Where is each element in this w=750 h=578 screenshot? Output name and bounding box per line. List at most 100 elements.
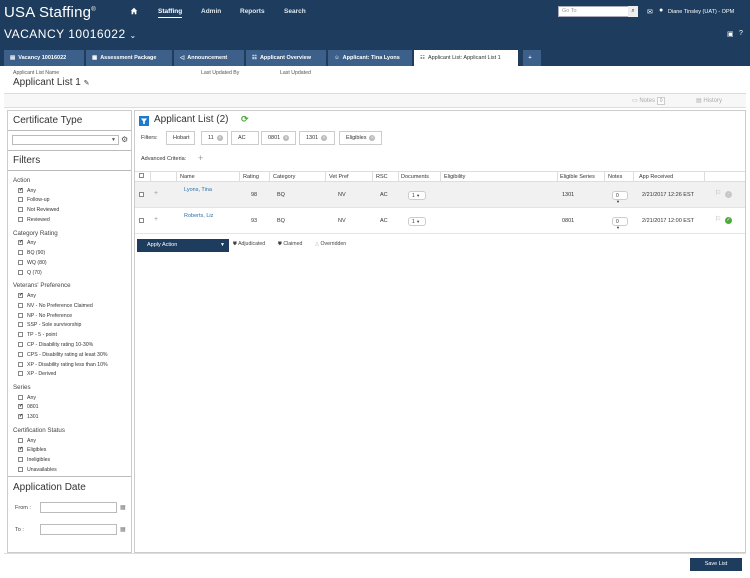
applicant-name-link[interactable]: Lyons, Tina: [184, 187, 212, 193]
remove-chip-icon[interactable]: ×: [283, 135, 290, 141]
edit-icon[interactable]: ✎: [84, 80, 90, 87]
tab-applicant-list[interactable]: ☷ Applicant List: Applicant List 1: [414, 50, 518, 66]
checkbox[interactable]: [18, 302, 23, 308]
remove-chip-icon[interactable]: ×: [216, 135, 223, 141]
calendar-icon[interactable]: ▦: [120, 504, 126, 511]
nav-reports[interactable]: Reports: [240, 8, 265, 15]
to-date-input[interactable]: [40, 524, 117, 535]
filter-option[interactable]: Any: [18, 292, 36, 299]
checkbox[interactable]: [18, 466, 23, 472]
app-logo[interactable]: USA Staffing®: [4, 4, 96, 21]
filter-chip-ac[interactable]: AC: [231, 131, 259, 145]
checkbox[interactable]: [18, 207, 23, 213]
checkbox[interactable]: [18, 394, 23, 400]
filter-option[interactable]: Any: [18, 187, 36, 194]
checkbox[interactable]: [18, 197, 23, 203]
checkbox[interactable]: [18, 312, 23, 318]
certificate-type-select[interactable]: ▼: [12, 135, 119, 145]
vacancy-title[interactable]: VACANCY 10016022 ⌄: [4, 27, 137, 41]
filter-option[interactable]: Unavailables: [18, 466, 57, 473]
print-icon[interactable]: ▣: [727, 30, 734, 38]
checkbox[interactable]: [18, 361, 23, 367]
filter-option[interactable]: WQ (80): [18, 259, 47, 266]
user-menu[interactable]: Diane Tinsley (UAT) - OPM: [668, 9, 734, 15]
table-row[interactable]: + Lyons, Tina 98 BQ NV AC 1 ▼ 1301 0 ▼ 2/21/2017 …: [135, 182, 745, 208]
checkbox[interactable]: [18, 457, 23, 463]
col-header-documents[interactable]: Documents: [401, 174, 429, 180]
filter-option[interactable]: Follow-up: [18, 197, 50, 203]
col-header-app-received[interactable]: App Received: [639, 174, 673, 180]
col-header-vet-pref[interactable]: Vet Pref: [329, 174, 349, 180]
col-header-eligible-series[interactable]: Eligible Series: [560, 174, 595, 180]
checkbox[interactable]: [18, 239, 23, 246]
filter-option[interactable]: NP - No Preference: [18, 312, 72, 319]
row-checkbox[interactable]: [139, 218, 148, 224]
checkbox[interactable]: [18, 216, 23, 222]
filter-option[interactable]: BQ (90): [18, 250, 45, 256]
chevron-down-icon[interactable]: ⌄: [129, 31, 136, 40]
refresh-icon[interactable]: ⟳: [241, 114, 249, 125]
mail-icon[interactable]: ✉: [647, 8, 653, 16]
row-checkbox[interactable]: [139, 192, 148, 198]
remove-chip-icon[interactable]: ×: [321, 135, 328, 141]
home-icon[interactable]: [130, 7, 138, 15]
filter-option[interactable]: Q (70): [18, 269, 42, 276]
documents-dropdown[interactable]: 1 ▼: [408, 217, 426, 226]
filter-option[interactable]: CP - Disability rating 10-30%: [18, 341, 93, 348]
filter-option[interactable]: 0801: [18, 403, 39, 410]
filter-chip-grade[interactable]: 11 ×: [201, 131, 228, 145]
filter-option[interactable]: NV - No Preference Claimed: [18, 302, 93, 309]
tab-applicant-tina-lyons[interactable]: ☺ Applicant: Tina Lyons: [328, 50, 412, 66]
col-header-eligibility[interactable]: Eligibility: [444, 174, 465, 180]
checkbox[interactable]: [18, 371, 23, 377]
checkbox[interactable]: [18, 187, 23, 193]
checkbox[interactable]: [18, 403, 23, 410]
checkbox[interactable]: [18, 292, 23, 298]
funnel-icon[interactable]: [139, 116, 149, 126]
apply-action-button[interactable]: Apply Action ▼: [137, 239, 229, 252]
tab-assessment-package[interactable]: ▦ Assessment Package: [86, 50, 172, 66]
checkbox[interactable]: [18, 259, 23, 265]
filter-option[interactable]: 1301: [18, 413, 39, 420]
filter-option[interactable]: XP - Derived: [18, 371, 56, 377]
col-header-name[interactable]: Name: [180, 174, 195, 180]
remove-chip-icon[interactable]: ×: [369, 135, 376, 141]
add-tab-button[interactable]: +: [523, 50, 541, 66]
checkbox[interactable]: [18, 351, 23, 357]
filter-option[interactable]: Any: [18, 394, 36, 401]
filter-option[interactable]: CPS - Disability rating at least 30%: [18, 351, 107, 358]
filter-option[interactable]: XP - Disability rating less than 10%: [18, 361, 108, 368]
history-button[interactable]: ▤ History: [696, 97, 722, 104]
checkbox[interactable]: [18, 413, 23, 420]
checkbox[interactable]: [18, 250, 23, 255]
checkbox[interactable]: [18, 341, 23, 347]
col-header-rsc[interactable]: RSC: [376, 174, 388, 180]
filter-option[interactable]: TP - 5 - point: [18, 332, 57, 338]
nav-staffing[interactable]: Staffing: [158, 8, 183, 18]
filter-option[interactable]: Reviewed: [18, 216, 50, 223]
documents-dropdown[interactable]: 1 ▼: [408, 191, 426, 200]
search-icon[interactable]: ⌕: [628, 6, 638, 17]
filter-chip-eligibles[interactable]: Eligibles ×: [339, 131, 382, 145]
tab-announcement[interactable]: ◁ Announcement: [174, 50, 244, 66]
table-row[interactable]: + Roberts, Liz 93 BQ NV AC 1 ▼ 0801 0 ▼ 2/21/2017…: [135, 208, 745, 234]
col-header-category[interactable]: Category: [273, 174, 295, 180]
checkbox[interactable]: [18, 322, 23, 328]
gear-icon[interactable]: ⚙: [121, 135, 128, 144]
flag-icon[interactable]: ⚐: [715, 215, 721, 223]
checkbox[interactable]: [18, 269, 23, 275]
filter-chip-0801[interactable]: 0801 ×: [261, 131, 296, 145]
filter-option[interactable]: Eligibles: [18, 446, 46, 453]
from-date-input[interactable]: [40, 502, 117, 513]
checkbox[interactable]: [18, 332, 23, 338]
help-icon[interactable]: ?: [739, 30, 743, 37]
select-all-checkbox[interactable]: [139, 173, 148, 179]
nav-admin[interactable]: Admin: [201, 8, 221, 15]
nav-search[interactable]: Search: [284, 8, 306, 15]
tab-vacancy[interactable]: ▤ Vacancy 10016022: [4, 50, 84, 66]
notes-dropdown[interactable]: 0 ▼: [612, 217, 628, 230]
filter-option[interactable]: SSP - Sole survivorship: [18, 322, 81, 328]
col-header-notes[interactable]: Notes: [608, 174, 622, 180]
filter-option[interactable]: Not Reviewed: [18, 207, 59, 213]
save-list-button[interactable]: Save List: [690, 558, 742, 571]
